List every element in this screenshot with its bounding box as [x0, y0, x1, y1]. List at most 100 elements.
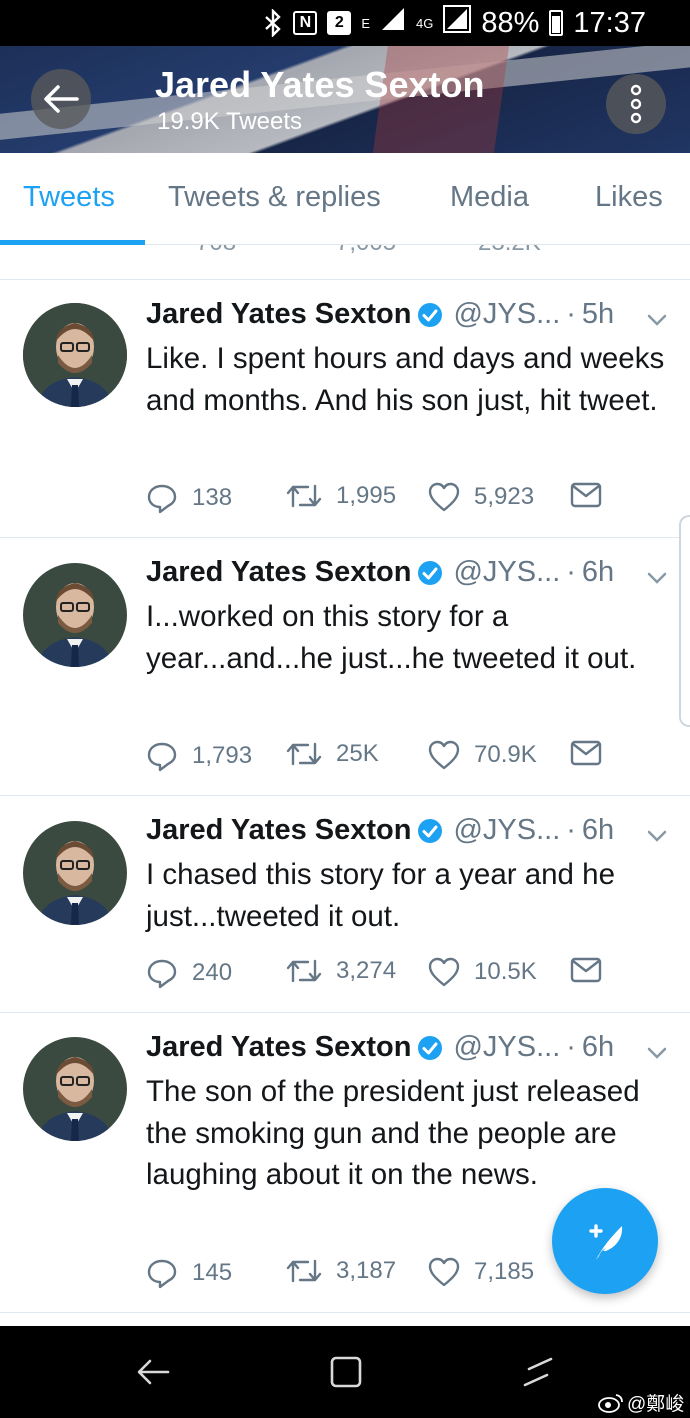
more-options-button[interactable] [606, 74, 666, 134]
verified-badge-icon [417, 560, 443, 586]
compose-tweet-button[interactable] [552, 1188, 658, 1294]
compose-quill-icon [589, 1224, 623, 1260]
heart-icon [428, 740, 460, 770]
author-name[interactable]: Jared Yates Sexton [146, 298, 411, 331]
partial-reply-count: 708 [196, 245, 236, 257]
partial-retweet-count: 7,005 [336, 245, 396, 257]
reply-button[interactable]: 145 [146, 1257, 232, 1289]
author-handle[interactable]: @JYS... [453, 556, 560, 589]
author-name[interactable]: Jared Yates Sexton [146, 1031, 411, 1064]
tweet-count: 19.9K Tweets [157, 108, 302, 135]
reply-button[interactable]: 1,793 [146, 740, 252, 772]
direct-message-button[interactable] [570, 957, 602, 983]
tab-tweets[interactable]: Tweets [23, 181, 115, 214]
weibo-watermark: @鄭峻 [598, 1389, 684, 1416]
header-title: Jared Yates Sexton [155, 64, 485, 105]
tweet-menu-chevron-icon[interactable] [644, 1043, 670, 1063]
tweet-header: Jared Yates Sexton @JYS... · 6h [146, 814, 614, 847]
sim-badge: 2 [327, 11, 352, 35]
watermark-text: @鄭峻 [627, 1394, 685, 1415]
author-name[interactable]: Jared Yates Sexton [146, 814, 411, 847]
dot-separator: · [566, 298, 576, 330]
avatar-photo [23, 303, 127, 407]
tweet-item[interactable]: Jared Yates Sexton @JYS... · 5h Like. I … [0, 280, 690, 538]
nav-home-square-icon [330, 1356, 362, 1388]
partial-like-count: 23.2K [478, 245, 541, 257]
tweet-text: I chased this story for a year and he ju… [146, 858, 615, 933]
tweet-item[interactable]: Jared Yates Sexton @JYS... · 6h I...work… [0, 538, 690, 796]
heart-icon [428, 482, 460, 512]
author-handle[interactable]: @JYS... [453, 814, 560, 847]
like-button[interactable]: 70.9K [428, 740, 537, 770]
nav-back-button[interactable] [131, 1350, 175, 1394]
nav-home-button[interactable] [324, 1350, 368, 1394]
reply-button[interactable]: 240 [146, 957, 232, 989]
retweet-count: 1,995 [336, 482, 397, 509]
envelope-icon [570, 482, 602, 508]
tweet-menu-chevron-icon[interactable] [644, 568, 670, 588]
more-vertical-icon [630, 84, 642, 124]
tweet-header: Jared Yates Sexton @JYS... · 5h [146, 298, 614, 331]
nav-recents-icon [523, 1357, 553, 1387]
verified-badge-icon [417, 302, 443, 328]
battery-icon [549, 10, 564, 36]
tweet-text: I...worked on this story for a year...an… [146, 600, 637, 675]
like-count: 70.9K [474, 741, 537, 768]
reply-button[interactable]: 138 [146, 482, 232, 514]
retweet-button[interactable]: 1,995 [286, 482, 396, 510]
bluetooth-icon [263, 9, 283, 37]
tweet-time[interactable]: 6h [582, 1031, 614, 1064]
retweet-button[interactable]: 3,274 [286, 957, 396, 985]
tweet-menu-chevron-icon[interactable] [644, 826, 670, 846]
tweet-header: Jared Yates Sexton @JYS... · 6h [146, 556, 614, 589]
like-button[interactable]: 5,923 [428, 482, 534, 512]
tweet-actions: 138 1,995 5,923 [146, 482, 666, 516]
envelope-icon [570, 740, 602, 766]
tweet-actions: 1,793 25K 70.9K [146, 740, 666, 774]
network-4g-indicator: 4G [416, 17, 433, 30]
tab-media[interactable]: Media [450, 181, 529, 214]
like-button[interactable]: 10.5K [428, 957, 537, 987]
battery-percent: 88% [481, 6, 540, 39]
direct-message-button[interactable] [570, 740, 602, 766]
retweet-button[interactable]: 3,187 [286, 1257, 396, 1285]
reply-icon [147, 484, 177, 514]
retweet-count: 3,274 [336, 957, 397, 984]
tweet-menu-chevron-icon[interactable] [644, 310, 670, 330]
tab-tweets-replies[interactable]: Tweets & replies [168, 181, 381, 214]
retweet-icon [286, 1259, 322, 1283]
profile-header: Jared Yates Sexton 19.9K Tweets [0, 46, 690, 153]
reply-icon [147, 1259, 177, 1289]
retweet-icon [286, 742, 322, 766]
avatar[interactable] [23, 1037, 127, 1141]
direct-message-button[interactable] [570, 482, 602, 508]
tweet-time[interactable]: 6h [582, 556, 614, 589]
verified-badge-icon [417, 1035, 443, 1061]
tweet-time[interactable]: 5h [582, 298, 614, 331]
tweet-header: Jared Yates Sexton @JYS... · 6h [146, 1031, 614, 1064]
reply-count: 145 [192, 1259, 233, 1286]
nfc-icon: N [293, 11, 318, 35]
tab-likes[interactable]: Likes [595, 181, 663, 214]
network-e-indicator: E [361, 17, 370, 30]
avatar[interactable] [23, 303, 127, 407]
like-count: 7,185 [474, 1258, 535, 1285]
retweet-icon [286, 484, 322, 508]
author-name[interactable]: Jared Yates Sexton [146, 556, 411, 589]
retweet-count: 25K [336, 740, 379, 767]
like-button[interactable]: 7,185 [428, 1257, 534, 1287]
edge-panel-handle[interactable] [679, 515, 690, 727]
back-button[interactable] [31, 69, 91, 129]
author-handle[interactable]: @JYS... [453, 298, 560, 331]
tweet-actions: 240 3,274 10.5K [146, 957, 666, 991]
retweet-button[interactable]: 25K [286, 740, 379, 768]
avatar[interactable] [23, 563, 127, 667]
nav-back-arrow-icon [137, 1359, 170, 1385]
avatar[interactable] [23, 821, 127, 925]
tweet-time[interactable]: 6h [582, 814, 614, 847]
nav-recents-button[interactable] [516, 1350, 560, 1394]
tweet-item[interactable]: Jared Yates Sexton @JYS... · 6h I chased… [0, 796, 690, 1013]
author-handle[interactable]: @JYS... [453, 1031, 560, 1064]
profile-tabs: Tweets Tweets & replies Media Likes [0, 153, 690, 245]
avatar-photo [23, 563, 127, 667]
